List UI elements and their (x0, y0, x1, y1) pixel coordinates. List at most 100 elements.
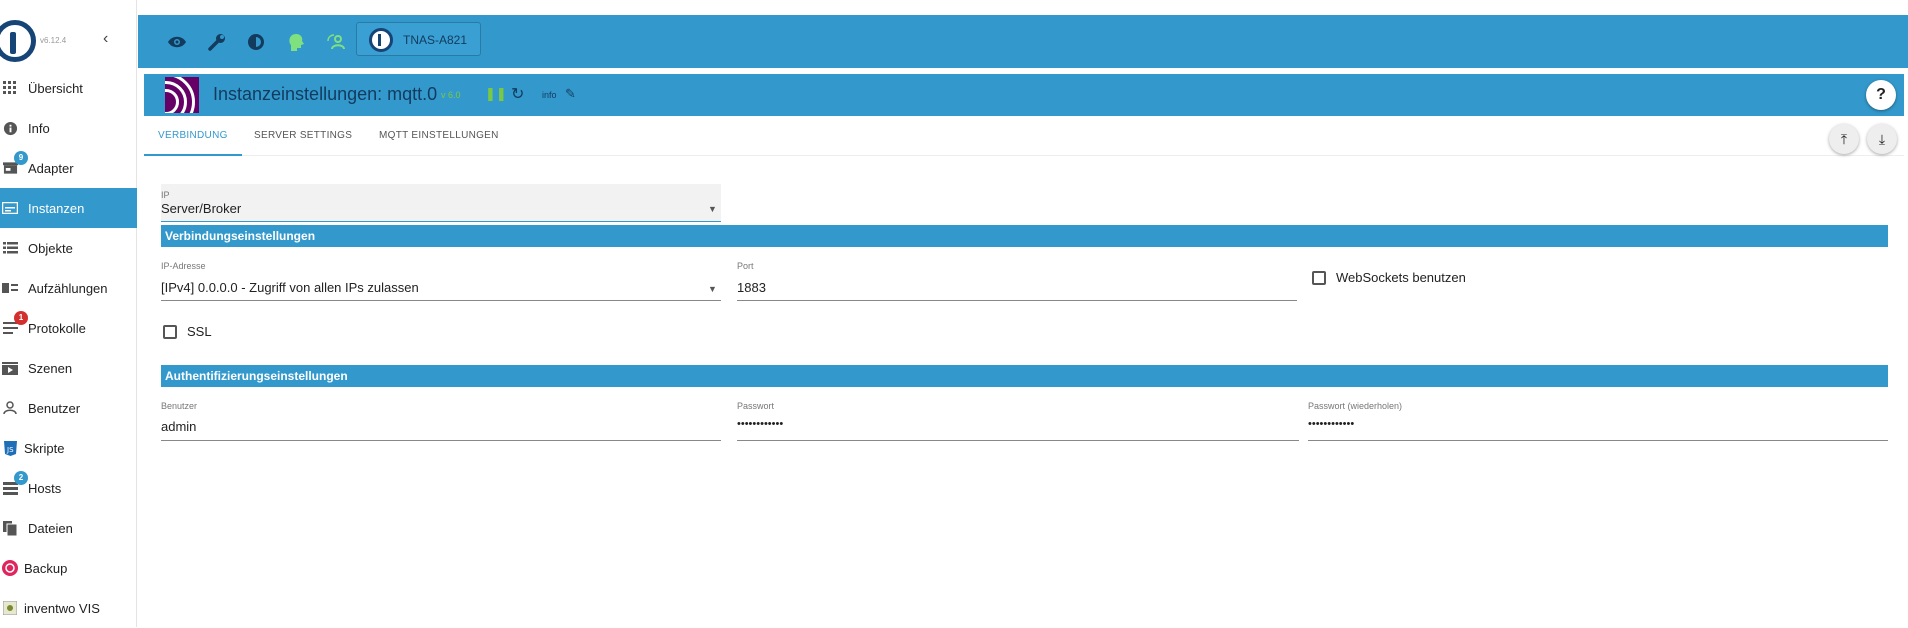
head-icon[interactable] (286, 32, 306, 52)
sidebar-item-label: Instanzen (28, 200, 85, 216)
instances-icon (2, 200, 18, 216)
sidebar-item-label: Aufzählungen (28, 280, 108, 296)
sidebar-item-label: Adapter (28, 160, 74, 176)
user-underline (161, 440, 721, 441)
websockets-label: WebSockets benutzen (1336, 270, 1466, 285)
enums-icon (2, 280, 18, 296)
sidebar-item-objekte[interactable]: Objekte (0, 228, 137, 268)
type-select[interactable]: IP Server/Broker ▼ (161, 184, 721, 222)
info-label: info (542, 90, 557, 100)
user-input[interactable]: admin (161, 419, 196, 434)
password-label: Passwort (737, 401, 775, 411)
edit-icon[interactable]: ✎ (565, 86, 576, 102)
scenes-icon (2, 360, 18, 376)
help-button[interactable]: ? (1866, 80, 1896, 110)
user-icon (2, 400, 18, 416)
brightness-icon[interactable] (246, 32, 266, 52)
sidebar-item-adapter[interactable]: 9 Adapter (0, 148, 137, 188)
sidebar-item-instanzen[interactable]: Instanzen (0, 188, 137, 228)
backup-icon (2, 560, 18, 576)
port-input[interactable]: 1883 (737, 280, 766, 295)
grid-icon (2, 80, 18, 96)
tab-bar: VERBINDUNG SERVER SETTINGS MQTT EINSTELL… (144, 116, 1904, 156)
adapter-badge: 9 (14, 151, 28, 165)
sidebar-item-protokolle[interactable]: 1 Protokolle (0, 308, 137, 348)
hosts-badge: 2 (14, 471, 28, 485)
dropdown-arrow-icon: ▼ (708, 284, 717, 294)
ssl-label: SSL (187, 324, 212, 339)
password-repeat-label: Passwort (wiederholen) (1308, 401, 1403, 411)
version-label: v 6.0 (441, 90, 461, 100)
section-connection: Verbindungseinstellungen (161, 225, 1888, 247)
ip-underline (161, 300, 721, 301)
sidebar-item-aufzaehlungen[interactable]: Aufzählungen (0, 268, 137, 308)
tab-verbindung[interactable]: VERBINDUNG (158, 130, 228, 141)
logo-row: v6.12.4 ‹ (0, 16, 137, 66)
section-auth: Authentifizierungseinstellungen (161, 365, 1888, 387)
sidebar-item-benutzer[interactable]: Benutzer (0, 388, 137, 428)
sidebar-item-label: Skripte (24, 440, 65, 456)
panel-header: Instanzeinstellungen: mqtt.0 v 6.0 ❚❚ ↻ … (144, 74, 1904, 116)
websockets-checkbox[interactable] (1312, 271, 1326, 285)
protokolle-badge: 1 (14, 311, 28, 325)
password-input[interactable]: •••••••••••• (737, 418, 783, 430)
type-value: Server/Broker (161, 201, 242, 216)
list-icon (2, 240, 18, 256)
reload-icon[interactable]: ↻ (511, 84, 524, 104)
ssl-checkbox[interactable] (163, 325, 177, 339)
chevron-left-icon[interactable]: ‹ (103, 30, 108, 48)
host-name: TNAS-A821 (403, 33, 468, 47)
pause-icon[interactable]: ❚❚ (485, 86, 507, 102)
version-label: v6.12.4 (40, 36, 67, 45)
upload-button[interactable]: ⤒ (1829, 124, 1859, 154)
sidebar-item-skripte[interactable]: JS Skripte (0, 428, 137, 468)
sidebar-item-uebersicht[interactable]: Übersicht (0, 68, 137, 108)
iobroker-logo (0, 20, 36, 62)
password-underline (737, 440, 1299, 441)
mqtt-logo-icon (165, 77, 199, 113)
wrench-icon[interactable] (207, 32, 227, 52)
sidebar-nav: Übersicht Info 9 Adapter Instanzen Objek… (0, 68, 137, 628)
sidebar-item-label: Szenen (28, 360, 73, 376)
tab-server-settings[interactable]: SERVER SETTINGS (254, 130, 352, 141)
eye-icon[interactable] (167, 32, 187, 52)
sidebar-item-info[interactable]: Info (0, 108, 137, 148)
sidebar: v6.12.4 ‹ Übersicht Info 9 Adapter Insta… (0, 0, 137, 627)
type-label: IP (161, 190, 170, 200)
download-button[interactable]: ⤓ (1867, 124, 1897, 154)
instance-settings-panel: Instanzeinstellungen: mqtt.0 v 6.0 ❚❚ ↻ … (144, 74, 1904, 627)
sidebar-item-label: Hosts (28, 480, 62, 496)
vis-icon (2, 600, 18, 616)
top-toolbar: TNAS-A821 (138, 15, 1908, 68)
port-label: Port (737, 261, 754, 271)
info-icon (2, 120, 18, 136)
ip-label: IP-Adresse (161, 261, 206, 271)
sidebar-item-szenen[interactable]: Szenen (0, 348, 137, 388)
tab-mqtt-einstellungen[interactable]: MQTT EINSTELLUNGEN (379, 130, 499, 141)
sidebar-item-dateien[interactable]: Dateien (0, 508, 137, 548)
password-repeat-input[interactable]: •••••••••••• (1308, 418, 1354, 430)
sidebar-item-label: Info (28, 120, 50, 136)
user-label: Benutzer (161, 401, 198, 411)
sidebar-item-inventwo-vis[interactable]: inventwo VIS (0, 588, 137, 628)
page-title: Instanzeinstellungen: mqtt.0 (213, 84, 438, 104)
port-underline (737, 300, 1297, 301)
password-repeat-underline (1308, 440, 1888, 441)
sidebar-item-label: Objekte (28, 240, 73, 256)
host-logo-icon (369, 28, 393, 52)
dropdown-arrow-icon: ▼ (708, 204, 717, 214)
ip-select[interactable]: [IPv4] 0.0.0.0 - Zugriff von allen IPs z… (161, 280, 419, 295)
sidebar-item-label: Übersicht (28, 80, 83, 96)
tab-indicator (144, 154, 242, 156)
host-button[interactable]: TNAS-A821 (356, 22, 481, 56)
sidebar-item-hosts[interactable]: 2 Hosts (0, 468, 137, 508)
sidebar-item-label: Dateien (28, 520, 73, 536)
sidebar-item-label: Protokolle (28, 320, 86, 336)
users-sync-icon[interactable] (326, 32, 346, 52)
sidebar-item-label: Backup (24, 560, 68, 576)
files-icon (2, 520, 18, 536)
script-icon: JS (2, 440, 18, 456)
sidebar-item-backup[interactable]: Backup (0, 548, 137, 588)
sidebar-item-label: Benutzer (28, 400, 81, 416)
svg-text:JS: JS (6, 446, 14, 454)
